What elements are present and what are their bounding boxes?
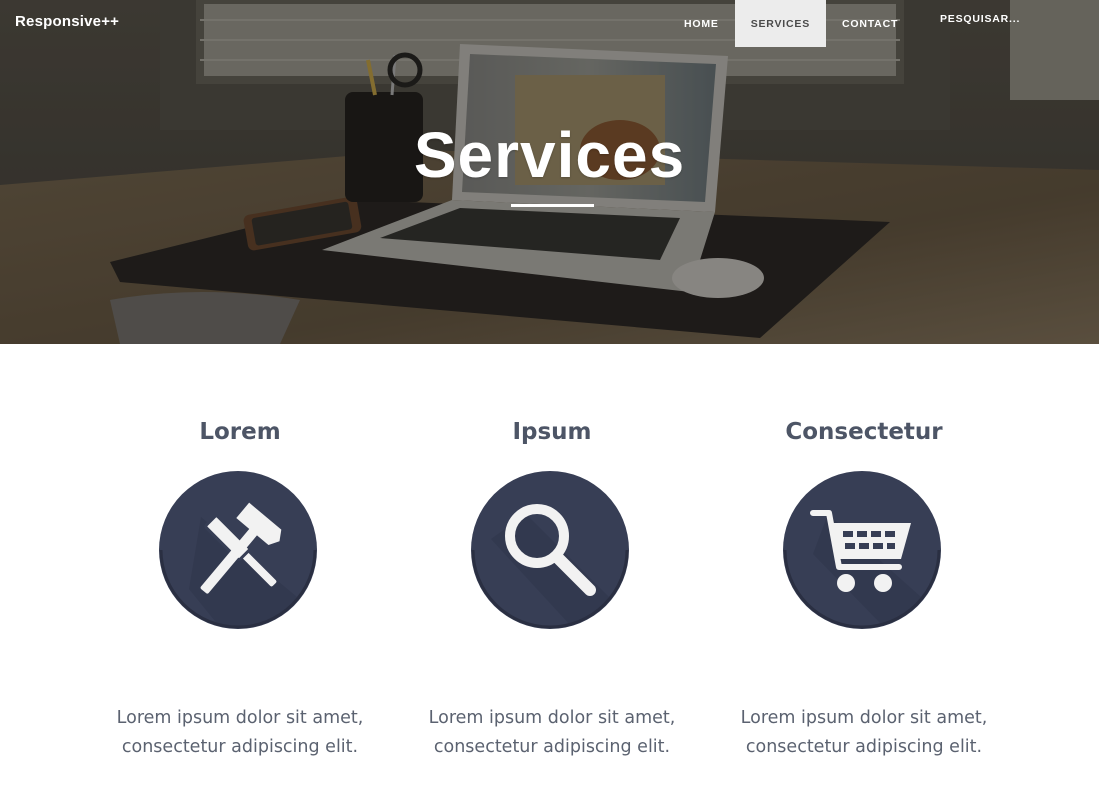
service-description: Lorem ipsum dolor sit amet, consectetur … (428, 708, 676, 757)
search-icon (471, 469, 631, 631)
service-title: Consectetur (785, 419, 943, 445)
tools-icon (159, 469, 319, 631)
top-navbar: Responsive++ Home Services Contact (0, 0, 1099, 47)
services-section: Lorem Lorem ipsum dolor sit amet, consec… (0, 344, 1099, 793)
nav-home[interactable]: Home (668, 0, 735, 47)
cart-icon (783, 469, 943, 631)
service-title: Lorem (199, 419, 281, 445)
nav-services[interactable]: Services (734, 0, 827, 47)
main-nav: Home Services Contact (668, 0, 914, 47)
nav-contact[interactable]: Contact (826, 0, 914, 47)
hero-section: Responsive++ Home Services Contact Servi… (0, 0, 1099, 344)
service-description: Lorem ipsum dolor sit amet, consectetur … (116, 708, 364, 757)
title-underline (511, 204, 594, 207)
service-description: Lorem ipsum dolor sit amet, consectetur … (740, 708, 988, 757)
search-input[interactable] (932, 8, 1082, 30)
brand-logo[interactable]: Responsive++ (15, 13, 119, 30)
page-title: Services (413, 119, 686, 191)
service-title: Ipsum (512, 419, 592, 445)
